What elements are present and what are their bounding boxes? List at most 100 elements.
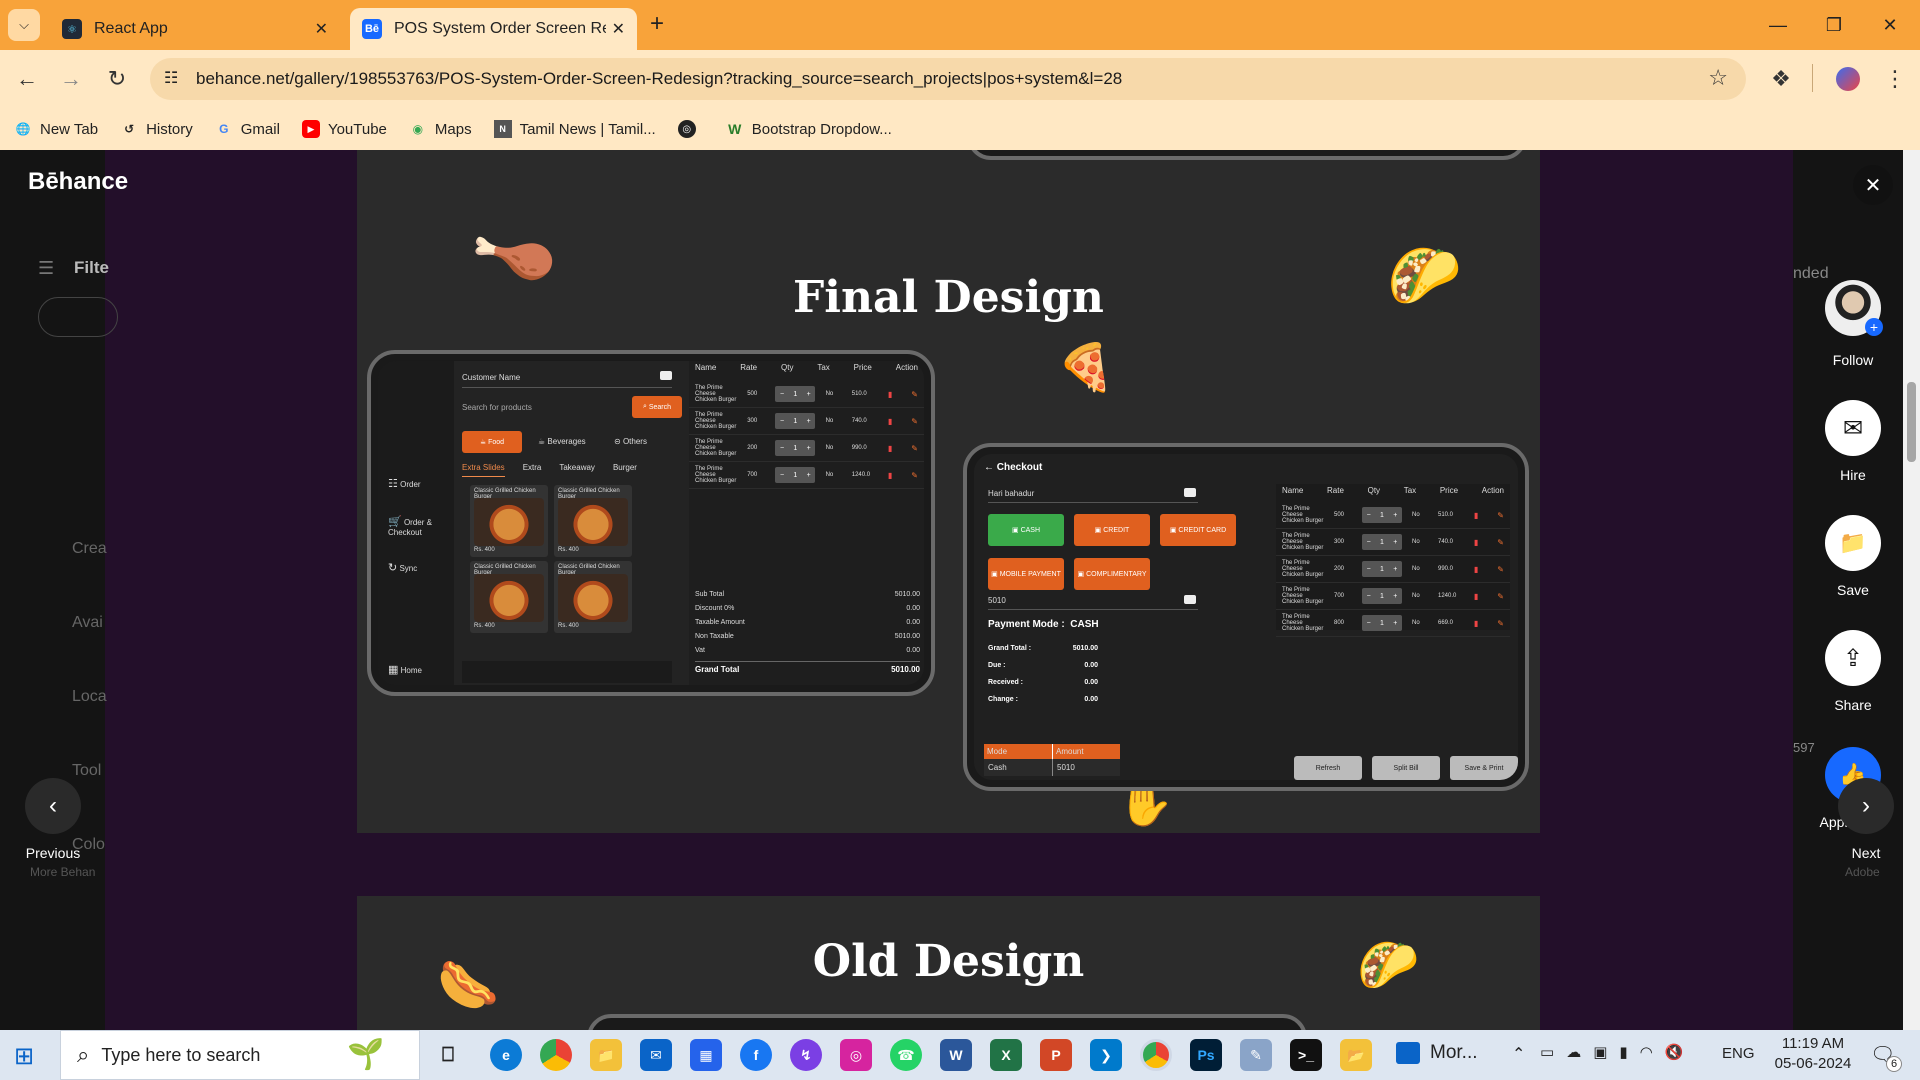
pay-cash-button[interactable]: ▣ CASH — [988, 514, 1064, 546]
nav-home[interactable]: ▦ Home — [388, 663, 422, 676]
clock[interactable]: 11:19 AM 05-06-2024 — [1768, 1035, 1858, 1072]
scrollbar-track[interactable] — [1903, 150, 1920, 1030]
delete-icon[interactable]: ▮ — [888, 417, 892, 426]
plus-icon[interactable]: + — [807, 445, 811, 452]
product-card[interactable]: Classic Grilled Chicken Burger Rs. 400 — [470, 485, 548, 557]
category-others[interactable]: ⊝ Others — [614, 437, 647, 446]
reload-icon[interactable]: ↻ — [98, 60, 136, 98]
delete-icon[interactable]: ▮ — [888, 390, 892, 399]
wifi-icon[interactable]: ◠ — [1640, 1043, 1653, 1061]
qty-stepper[interactable]: − 1 + — [1362, 588, 1402, 604]
minus-icon[interactable]: − — [1367, 539, 1371, 546]
minus-icon[interactable]: − — [1367, 593, 1371, 600]
photoshop-icon[interactable]: Ps — [1190, 1039, 1222, 1071]
edit-icon[interactable]: ✎ — [1497, 538, 1504, 547]
pay-mobile-button[interactable]: ▣ MOBILE PAYMENT — [988, 558, 1064, 590]
delete-icon[interactable]: ▮ — [888, 471, 892, 480]
taskbar-search[interactable]: ⌕ Type here to search 🌱 — [60, 1030, 420, 1080]
whatsapp-icon[interactable]: ☎ — [890, 1039, 922, 1071]
minus-icon[interactable]: − — [1367, 512, 1371, 519]
pay-credit-card-button[interactable]: ▣ CREDIT CARD — [1160, 514, 1236, 546]
plus-icon[interactable]: + — [807, 391, 811, 398]
store-icon[interactable]: ▦ — [690, 1039, 722, 1071]
qty-stepper[interactable]: − 1 + — [775, 413, 816, 429]
next-button[interactable]: › — [1838, 778, 1894, 834]
tab-pos-system[interactable]: Bē POS System Order Screen Rede ✕ — [350, 8, 637, 50]
note-field[interactable] — [462, 661, 672, 683]
onedrive-icon[interactable]: ☁ — [1566, 1043, 1581, 1061]
category-food[interactable]: ☕ Food — [462, 431, 522, 453]
qty-stepper[interactable]: − 1 + — [1362, 507, 1402, 523]
notepad-icon[interactable]: ✎ — [1240, 1039, 1272, 1071]
more-apps[interactable]: Mor... — [1396, 1042, 1478, 1064]
bookmark-bootstrap[interactable]: W Bootstrap Dropdow... — [726, 120, 892, 138]
facebook-icon[interactable]: f — [740, 1039, 772, 1071]
display-icon[interactable]: ▣ — [1593, 1043, 1607, 1061]
subtab-extra[interactable]: Extra — [523, 463, 542, 477]
edit-icon[interactable]: ✎ — [1497, 592, 1504, 601]
edit-icon[interactable]: ✎ — [911, 390, 918, 399]
save-print-button[interactable]: Save & Print — [1450, 756, 1518, 780]
category-beverages[interactable]: ☕ Beverages — [538, 437, 586, 446]
tab-search-button[interactable]: ⌵ — [8, 9, 40, 41]
bookmark-tamil-news[interactable]: N Tamil News | Tamil... — [493, 120, 656, 138]
share-button[interactable]: ⇪ — [1825, 630, 1881, 686]
device-icon[interactable]: ▭ — [1540, 1043, 1554, 1061]
subtab-takeaway[interactable]: Takeaway — [559, 463, 595, 477]
chrome-active-icon[interactable] — [1140, 1039, 1172, 1071]
terminal-icon[interactable]: >_ — [1290, 1039, 1322, 1071]
menu-kebab-icon[interactable]: ⋮ — [1876, 60, 1914, 98]
edit-icon[interactable]: ✎ — [911, 444, 918, 453]
edit-icon[interactable]: ✎ — [911, 417, 918, 426]
nav-order[interactable]: ☷ Order — [388, 477, 421, 490]
pay-complimentary-button[interactable]: ▣ COMPLIMENTARY — [1074, 558, 1150, 590]
refresh-button[interactable]: Refresh — [1294, 756, 1362, 780]
bookmark-star-icon[interactable]: ☆ — [1708, 65, 1728, 91]
minus-icon[interactable]: − — [780, 445, 784, 452]
product-card[interactable]: Classic Grilled Chicken Burger Rs. 400 — [554, 561, 632, 633]
plus-icon[interactable]: + — [1393, 620, 1397, 627]
excel-icon[interactable]: X — [990, 1039, 1022, 1071]
powerpoint-icon[interactable]: P — [1040, 1039, 1072, 1071]
amount-input[interactable]: 5010 — [988, 596, 1006, 605]
hire-button[interactable]: ✉ — [1825, 400, 1881, 456]
new-tab-plus-icon[interactable]: + — [650, 10, 664, 38]
bookmark-gmail[interactable]: G Gmail — [215, 120, 280, 138]
volume-muted-icon[interactable]: 🔇 — [1665, 1043, 1684, 1061]
address-bar[interactable]: ☷ behance.net/gallery/198553763/POS-Syst… — [150, 58, 1746, 100]
clear-icon[interactable] — [660, 371, 672, 380]
filter-tools[interactable]: Tool — [72, 762, 101, 780]
plus-icon[interactable]: + — [1393, 539, 1397, 546]
qty-stepper[interactable]: − 1 + — [775, 386, 816, 402]
delete-icon[interactable]: ▮ — [1474, 619, 1478, 628]
bookmark-new-tab[interactable]: 🌐 New Tab — [14, 120, 99, 138]
customer-name-field[interactable]: Customer Name — [462, 373, 520, 382]
windows-start-icon[interactable]: ⊞ — [14, 1042, 34, 1071]
messenger-icon[interactable]: ↯ — [790, 1039, 822, 1071]
minimize-icon[interactable]: — — [1750, 0, 1806, 50]
instagram-icon[interactable]: ◎ — [840, 1039, 872, 1071]
scrollbar-thumb[interactable] — [1907, 382, 1916, 462]
edge-icon[interactable]: e — [490, 1039, 522, 1071]
edit-icon[interactable]: ✎ — [1497, 511, 1504, 520]
restore-icon[interactable]: ❐ — [1806, 0, 1862, 50]
extensions-icon[interactable]: ❖ — [1762, 60, 1800, 98]
filter-availability[interactable]: Avai — [72, 614, 103, 632]
qty-stepper[interactable]: − 1 + — [775, 440, 816, 456]
back-arrow-icon[interactable]: ← — [984, 462, 994, 473]
close-tab-icon[interactable]: ✕ — [612, 19, 625, 39]
qty-stepper[interactable]: − 1 + — [1362, 615, 1402, 631]
profile-avatar[interactable] — [1836, 67, 1860, 91]
subtab-burger[interactable]: Burger — [613, 463, 637, 477]
folder-icon[interactable]: 📂 — [1340, 1039, 1372, 1071]
clear-icon[interactable] — [1184, 595, 1196, 604]
plus-icon[interactable]: + — [807, 418, 811, 425]
pay-credit-button[interactable]: ▣ CREDIT — [1074, 514, 1150, 546]
chrome-icon[interactable] — [540, 1039, 572, 1071]
delete-icon[interactable]: ▮ — [1474, 565, 1478, 574]
subtab-extra-slides[interactable]: Extra Slides — [462, 463, 505, 477]
qty-stepper[interactable]: − 1 + — [1362, 561, 1402, 577]
search-button[interactable]: ⌕ Search — [632, 396, 682, 418]
word-icon[interactable]: W — [940, 1039, 972, 1071]
file-explorer-icon[interactable]: 📁 — [590, 1039, 622, 1071]
